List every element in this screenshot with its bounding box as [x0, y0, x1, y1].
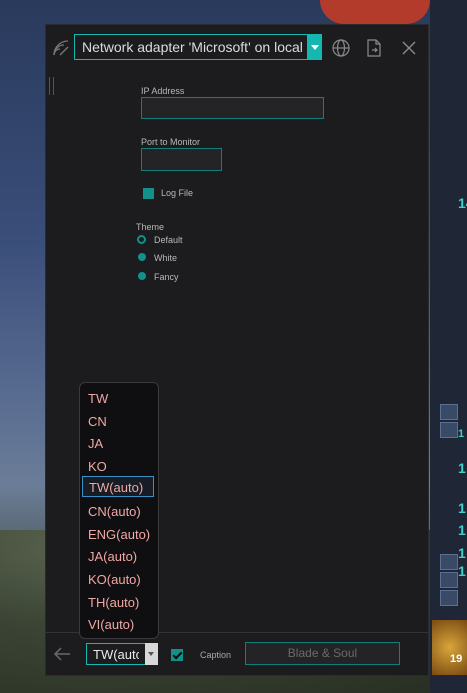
gear-icon [440, 404, 458, 420]
export-file-icon[interactable] [364, 38, 384, 58]
port-label: Port to Monitor [141, 137, 201, 147]
theme-radio-white[interactable] [138, 253, 146, 261]
chevron-up-icon [440, 554, 458, 570]
ip-address-input[interactable] [141, 97, 324, 119]
filter-icon [440, 422, 458, 438]
globe-icon[interactable] [331, 38, 351, 58]
language-option[interactable]: TW [82, 388, 154, 409]
chevron-down-icon[interactable] [145, 643, 158, 665]
signal-icon [53, 40, 69, 56]
language-option[interactable]: JA [82, 433, 154, 454]
language-option[interactable]: VI(auto) [82, 614, 154, 635]
language-option[interactable]: JA(auto) [82, 546, 154, 567]
back-arrow-icon[interactable] [52, 644, 72, 664]
language-option[interactable]: KO [82, 456, 154, 477]
chevron-down-icon[interactable] [307, 34, 322, 60]
language-select[interactable]: TW(auto) [86, 643, 158, 665]
language-option-selected[interactable]: TW(auto) [82, 476, 154, 497]
network-adapter-select[interactable]: Network adapter 'Microsoft' on local [74, 34, 322, 60]
game-medallion: 19 [432, 620, 467, 675]
theme-radio-default[interactable] [137, 235, 146, 244]
language-option[interactable]: TH(auto) [82, 592, 154, 613]
game-number: 1 [458, 522, 466, 538]
theme-option-label: Default [154, 235, 183, 245]
theme-radio-fancy[interactable] [138, 272, 146, 280]
ip-address-label: IP Address [141, 86, 185, 96]
theme-label: Theme [136, 222, 165, 232]
caption-checkbox[interactable] [171, 649, 183, 661]
language-option[interactable]: ENG(auto) [82, 524, 154, 545]
game-number: 1 [458, 428, 465, 440]
game-number: 1 [458, 500, 466, 516]
panel-resize-handle[interactable] [49, 77, 54, 95]
chevron-down-icon [440, 572, 458, 588]
language-select-value: TW(auto) [93, 647, 139, 662]
language-option[interactable]: CN(auto) [82, 501, 154, 522]
background-balloon [320, 0, 430, 24]
game-select-button[interactable]: Blade & Soul [245, 642, 400, 665]
theme-option-label: Fancy [154, 272, 179, 282]
language-option[interactable]: KO(auto) [82, 569, 154, 590]
game-number: 1 [458, 563, 466, 579]
theme-option-label: White [154, 253, 178, 263]
port-input[interactable] [141, 148, 222, 171]
log-file-label: Log File [161, 188, 194, 198]
close-icon[interactable] [399, 38, 419, 58]
game-number: 1 [458, 460, 466, 476]
game-level: 19 [450, 653, 463, 665]
game-number: 1 [458, 545, 466, 561]
language-option[interactable]: CN [82, 411, 154, 432]
title-bar: Network adapter 'Microsoft' on local [46, 25, 428, 73]
game-number: 14 [458, 195, 467, 211]
network-adapter-value: Network adapter 'Microsoft' on local [82, 39, 303, 55]
chevron-double-down-icon [440, 590, 458, 606]
log-file-checkbox[interactable] [143, 188, 154, 199]
language-dropdown-list: TW CN JA KO TW(auto) CN(auto) ENG(auto) … [79, 382, 159, 639]
caption-label: Caption [200, 650, 232, 660]
